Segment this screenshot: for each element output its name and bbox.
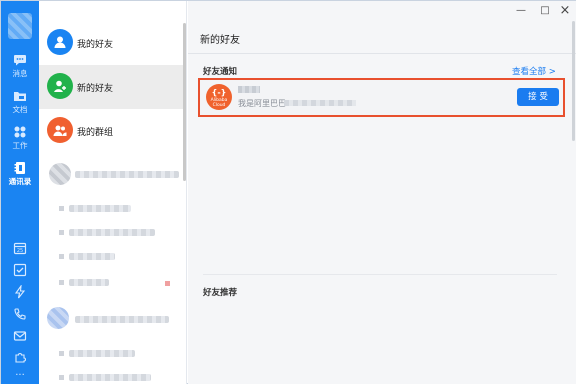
friend-request-card: {-} Alibaba Cloud 我是阿里巴巴 接 受 — [198, 78, 565, 117]
main-scrollbar[interactable] — [572, 21, 575, 141]
accept-button[interactable]: 接 受 — [517, 88, 559, 106]
org-row[interactable] — [69, 205, 131, 212]
add-person-icon — [47, 73, 73, 99]
lightning-icon[interactable] — [13, 285, 27, 299]
nav-item-messages[interactable]: 消息 — [1, 53, 39, 79]
nav-label: 工作 — [12, 141, 28, 150]
nav-item-docs[interactable]: 文档 — [1, 89, 39, 115]
folder-icon — [14, 92, 26, 101]
list-item-my-friends[interactable]: 我的好友 — [39, 21, 185, 65]
tree-bullet — [59, 375, 64, 380]
org-row[interactable] — [69, 350, 135, 357]
person-icon — [47, 29, 73, 55]
apps-icon — [14, 126, 26, 138]
contact-list: 我的好友 新的好友 我的群组 — [39, 1, 187, 384]
view-all-link[interactable]: 查看全部 > — [512, 65, 556, 77]
nav-label: 文档 — [12, 105, 28, 114]
nav-label: 通讯录 — [8, 177, 32, 186]
divider — [203, 274, 557, 275]
org-row[interactable] — [69, 229, 155, 236]
org-avatar — [49, 163, 71, 185]
list-item-label: 我的好友 — [77, 40, 114, 50]
request-message-redacted — [284, 100, 356, 106]
avatar-brand: Alibaba Cloud — [210, 98, 228, 108]
calendar-icon[interactable]: 25 — [13, 241, 27, 255]
tree-bullet — [59, 206, 64, 211]
app-window: 消息 文档 工作 通讯录 25 ··· 我的好友 新的好友 我的群组 — □ ×… — [0, 0, 576, 384]
todo-icon[interactable] — [13, 263, 27, 277]
more-icon[interactable]: ··· — [1, 369, 39, 381]
svg-text:25: 25 — [17, 248, 23, 254]
list-item-label: 新的好友 — [77, 84, 114, 94]
org-row[interactable] — [75, 316, 169, 323]
org-avatar — [47, 307, 69, 329]
list-scrollbar[interactable] — [183, 23, 186, 181]
main-panel: — □ × 新的好友 好友通知 查看全部 > {-} Alibaba Cloud… — [188, 1, 576, 384]
list-item-new-friends[interactable]: 新的好友 — [39, 65, 185, 109]
list-item-my-groups[interactable]: 我的群组 — [39, 109, 185, 153]
request-message: 我是阿里巴巴 — [238, 99, 286, 108]
mail-icon[interactable] — [13, 329, 27, 343]
aliyun-logo-icon: {-} — [211, 88, 227, 97]
chat-icon — [14, 55, 26, 66]
puzzle-icon[interactable] — [13, 350, 27, 364]
nav-item-work[interactable]: 工作 — [1, 125, 39, 151]
tree-bullet — [59, 280, 64, 285]
tree-bullet — [59, 351, 64, 356]
group-icon — [47, 117, 73, 143]
avatar: {-} Alibaba Cloud — [206, 84, 232, 110]
minimize-button[interactable]: — — [514, 4, 528, 18]
org-row[interactable] — [69, 253, 115, 260]
notifications-heading: 好友通知 — [203, 67, 238, 77]
org-row[interactable] — [75, 171, 179, 178]
page-title: 新的好友 — [200, 35, 240, 46]
org-row[interactable] — [69, 374, 151, 381]
phone-icon[interactable] — [13, 307, 27, 321]
close-button[interactable]: × — [558, 4, 572, 18]
requester-name — [238, 86, 260, 93]
divider — [188, 53, 576, 54]
tree-bullet — [59, 254, 64, 259]
nav-item-contacts[interactable]: 通讯录 — [1, 161, 39, 187]
org-row[interactable] — [69, 279, 109, 286]
tree-bullet — [59, 230, 64, 235]
title-bar: — □ × — [188, 1, 576, 21]
nav-rail: 消息 文档 工作 通讯录 25 ··· — [1, 1, 39, 384]
recommend-heading: 好友推荐 — [203, 288, 238, 298]
nav-label: 消息 — [12, 69, 28, 78]
list-item-label: 我的群组 — [77, 128, 114, 138]
maximize-button[interactable]: □ — [538, 4, 552, 18]
user-avatar[interactable] — [8, 13, 32, 39]
status-badge — [165, 281, 170, 286]
contacts-icon — [14, 162, 25, 174]
